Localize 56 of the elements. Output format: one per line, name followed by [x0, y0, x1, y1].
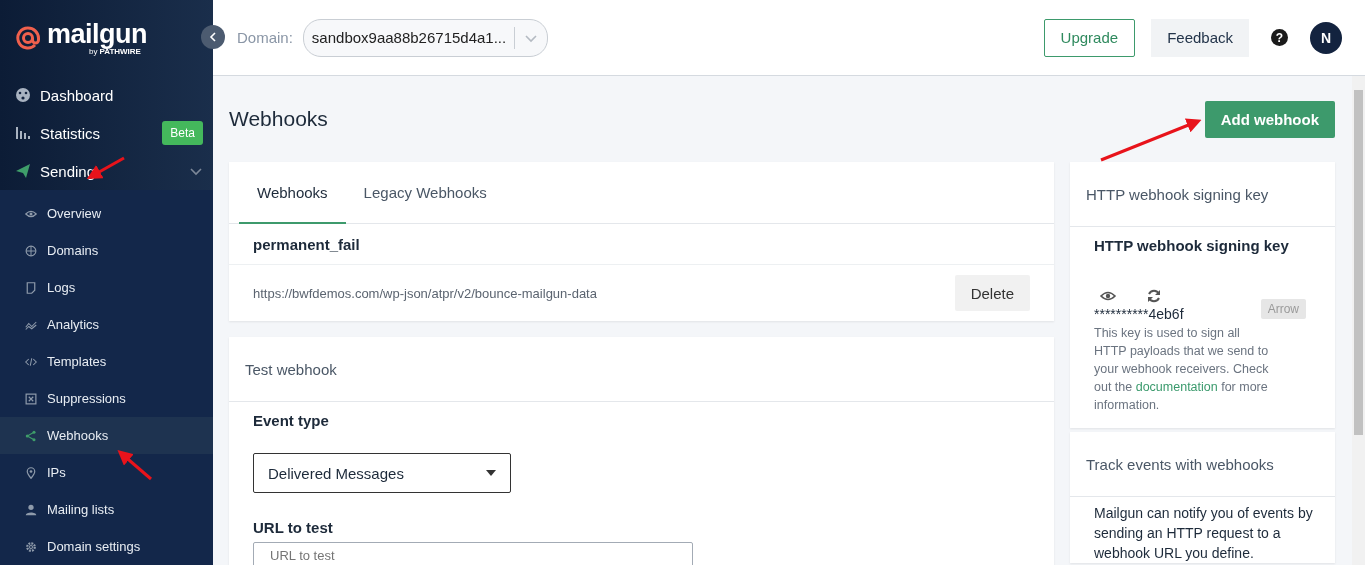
sidebar-item[interactable]: Statistics Beta — [0, 114, 213, 152]
sidebar-subitem[interactable]: Mailing lists — [0, 491, 213, 528]
annotation-arrow — [117, 450, 152, 481]
caret-icon — [486, 470, 496, 476]
help-button[interactable]: ? — [1271, 29, 1288, 46]
page-title: Webhooks — [229, 107, 329, 131]
sidebar-subitem[interactable]: Logs — [0, 269, 213, 306]
dashboard-icon — [15, 87, 31, 103]
refresh-icon[interactable] — [1146, 288, 1162, 304]
signing-key-description: This key is used to sign all HTTP payloads that we send to your webhook receivers. Check out the documentation for more information. — [1094, 325, 1269, 414]
section-title: HTTP webhook signing key — [1094, 237, 1290, 254]
webhook-url: https://bwfdemos.com/wp-json/atpr/v2/bounce-mailgun-data — [253, 285, 598, 301]
sidebar-item[interactable]: Dashboard — [0, 76, 213, 114]
avatar[interactable]: N — [1310, 21, 1342, 54]
code-icon — [25, 355, 37, 368]
globe-icon — [25, 244, 37, 257]
domain-label: Domain: — [237, 29, 293, 46]
domain-select[interactable]: sandbox9aa88b26715d4a1... — [302, 18, 549, 57]
document-icon — [25, 281, 37, 294]
url-input[interactable]: URL to test — [253, 542, 693, 565]
upgrade-button[interactable]: Upgrade — [1043, 18, 1136, 57]
tab[interactable]: Legacy Webhooks — [345, 162, 505, 224]
card-title: Track events with webhooks — [1086, 455, 1274, 473]
scrollbar[interactable] — [1352, 76, 1365, 565]
sidebar-subitem[interactable]: Analytics — [0, 306, 213, 343]
sidebar-subitem[interactable]: Domains — [0, 232, 213, 269]
delete-button[interactable]: Delete — [954, 275, 1030, 311]
share-icon — [25, 429, 37, 442]
sidebar-subitem[interactable]: Webhooks — [0, 417, 213, 454]
crossed-box-icon — [25, 392, 37, 405]
feedback-button[interactable]: Feedback — [1151, 18, 1249, 57]
field-label: Event type — [253, 412, 330, 429]
bar-chart-icon — [15, 125, 31, 141]
signing-key: **********4eb6f — [1094, 306, 1184, 322]
location-pin-icon — [25, 466, 37, 479]
sidebar-subitem[interactable]: Suppressions — [0, 380, 213, 417]
logo-text: mailgun — [47, 20, 147, 48]
logo-icon — [15, 25, 41, 51]
collapse-button[interactable] — [201, 25, 225, 49]
field-label: URL to test — [253, 519, 334, 536]
track-events-description: Mailgun can notify you of events by sending an HTTP request to a webhook URL you define. — [1093, 504, 1314, 563]
event-name: permanent_fail — [253, 235, 360, 253]
chevron-left-icon — [209, 32, 217, 42]
event-type-select[interactable]: Delivered Messages — [253, 453, 511, 493]
sidebar-subitem[interactable]: Domain settings — [0, 528, 213, 565]
sidebar-subitem[interactable]: Templates — [0, 343, 213, 380]
documentation-link[interactable]: documentation — [1135, 380, 1218, 394]
card-title: Test webhook — [245, 360, 337, 378]
card-title: HTTP webhook signing key — [1086, 185, 1269, 203]
paper-plane-icon — [15, 163, 31, 179]
beta-badge: Beta — [162, 121, 203, 145]
person-icon — [25, 503, 37, 516]
gear-icon — [25, 540, 37, 553]
tab[interactable]: Webhooks — [239, 162, 346, 224]
sidebar-subitem[interactable]: IPs — [0, 454, 213, 491]
sidebar-subitem[interactable]: Overview — [0, 195, 213, 232]
